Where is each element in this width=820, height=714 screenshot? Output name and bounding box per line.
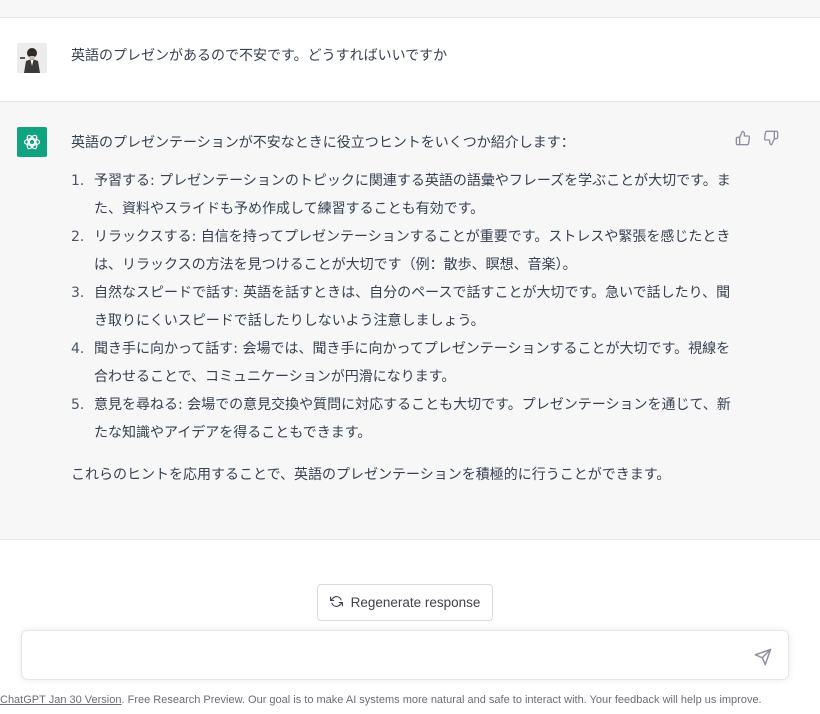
assistant-message-row: 英語のプレゼンテーションが不安なときに役立つヒントをいくつか紹介します： 1. 予… — [0, 102, 820, 540]
version-link[interactable]: ChatGPT Jan 30 Version — [0, 694, 121, 706]
list-item: 4. 聞き手に向かって話す: 会場では、聞き手に向かってプレゼンテーションすること… — [71, 341, 731, 385]
openai-logo-icon — [17, 127, 47, 157]
list-item: 2. リラックスする: 自信を持ってプレゼンテーションすることが重要です。ストレス… — [71, 229, 731, 273]
tips-list: 1. 予習する: プレゼンテーションのトピックに関連する英語の語彙やフレーズを学ぶ… — [71, 167, 731, 447]
user-message-row: 英語のプレゼンがあるので不安です。どうすればいいですか — [0, 18, 820, 102]
list-item: 1. 予習する: プレゼンテーションのトピックに関連する英語の語彙やフレーズを学ぶ… — [71, 173, 731, 217]
user-avatar — [17, 43, 47, 73]
assistant-message-content: 英語のプレゼンテーションが不安なときに役立つヒントをいくつか紹介します： 1. 予… — [71, 129, 731, 489]
assistant-intro: 英語のプレゼンテーションが不安なときに役立つヒントをいくつか紹介します： — [71, 135, 575, 151]
footer-text: . Free Research Preview. Our goal is to … — [121, 694, 762, 706]
thumbs-up-icon[interactable] — [735, 130, 751, 146]
send-icon[interactable] — [754, 648, 772, 666]
refresh-icon — [329, 595, 343, 611]
list-item: 5. 意見を尋ねる: 会場での意見交換や質問に対応することも大切です。プレゼンテー… — [71, 397, 731, 441]
message-composer — [21, 630, 789, 680]
message-input[interactable] — [34, 643, 734, 669]
thumbs-down-icon[interactable] — [763, 130, 779, 146]
regenerate-label: Regenerate response — [350, 595, 481, 610]
regenerate-button[interactable]: Regenerate response — [317, 584, 493, 621]
user-message-text: 英語のプレゼンがあるので不安です。どうすればいいですか — [71, 48, 448, 64]
list-item: 3. 自然なスピードで話す: 英語を話すときは、自分のペースで話すことが大切です。… — [71, 285, 731, 329]
feedback-buttons — [735, 130, 779, 146]
assistant-outro: これらのヒントを応用することで、英語のプレゼンテーションを積極的に行うことができ… — [71, 467, 671, 483]
top-bar — [0, 0, 820, 18]
footer-disclaimer: ChatGPT Jan 30 Version. Free Research Pr… — [0, 694, 820, 706]
